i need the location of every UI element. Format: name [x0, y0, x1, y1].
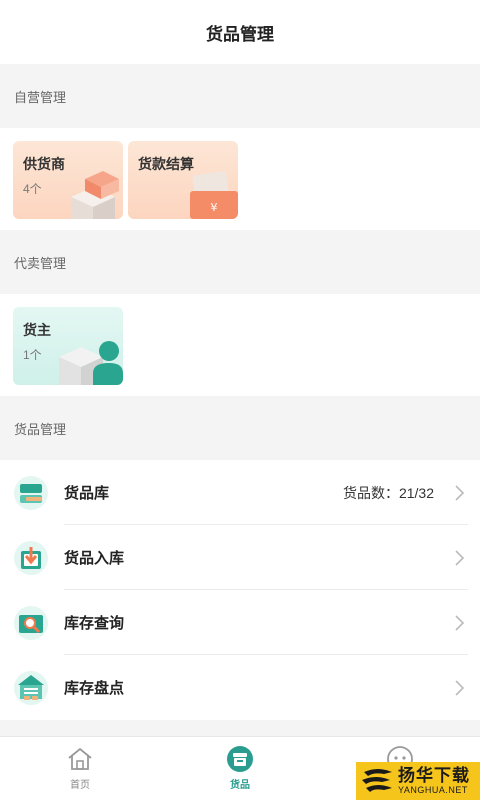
yanghua-logo-icon	[362, 769, 392, 792]
card-supplier[interactable]: 供货商 4个	[13, 141, 123, 219]
card-owner-count: 1个	[23, 348, 42, 362]
watermark-en: YANGHUA.NET	[398, 784, 468, 795]
list-item-goods-library[interactable]: 货品库 货品数：21/32	[0, 460, 480, 525]
card-payment-settlement[interactable]: 货款结算 ¥	[128, 141, 238, 219]
card-supplier-title: 供货商	[23, 156, 65, 172]
yanghua-watermark: 扬华下载 YANGHUA.NET	[356, 762, 480, 800]
goods-inbound-label: 货品入库	[64, 550, 125, 567]
chevron-right-icon	[455, 680, 465, 696]
inventory-query-label: 库存查询	[64, 615, 125, 632]
tab-goods[interactable]: 货品	[200, 745, 280, 797]
page-title: 货品管理	[206, 24, 274, 44]
wallet-icon: ¥	[190, 171, 238, 219]
self-operated-card-area: 供货商 4个 货款结算 ¥	[0, 128, 480, 230]
card-supplier-count: 4个	[23, 182, 42, 196]
section-heading-consignment: 代卖管理	[0, 230, 480, 294]
list-item-inventory-query[interactable]: 库存查询	[0, 590, 480, 655]
card-owner-title: 货主	[23, 322, 51, 338]
watermark-cn: 扬华下载	[398, 765, 470, 785]
card-payment-title: 货款结算	[138, 156, 194, 172]
chevron-right-icon	[455, 550, 465, 566]
section-heading-goods: 货品管理	[0, 396, 480, 460]
goods-count-text: 货品数：21/32	[342, 484, 434, 501]
list-item-goods-inbound[interactable]: 货品入库	[0, 525, 480, 590]
warehouse-check-icon	[14, 671, 48, 705]
section-heading-self-operated: 自营管理	[0, 64, 480, 128]
list-item-inventory-check[interactable]: 库存盘点	[0, 655, 480, 720]
svg-text:¥: ¥	[211, 201, 218, 214]
chevron-right-icon	[455, 485, 465, 501]
top-bar: 货品管理	[0, 0, 480, 64]
tab-goods-label: 货品	[230, 780, 250, 791]
tab-home[interactable]: 首页	[40, 745, 120, 797]
inventory-search-icon	[14, 606, 48, 640]
home-icon	[68, 747, 92, 770]
chevron-right-icon	[455, 615, 465, 631]
goods-inbound-icon	[14, 541, 48, 575]
goods-icon	[227, 746, 253, 772]
goods-library-icon	[14, 476, 48, 510]
consignment-card-area: 货主 1个	[0, 294, 480, 396]
inventory-check-label: 库存盘点	[64, 680, 125, 697]
goods-library-label: 货品库	[64, 485, 110, 502]
tab-home-label: 首页	[70, 780, 90, 791]
card-owner[interactable]: 货主 1个	[13, 307, 123, 385]
